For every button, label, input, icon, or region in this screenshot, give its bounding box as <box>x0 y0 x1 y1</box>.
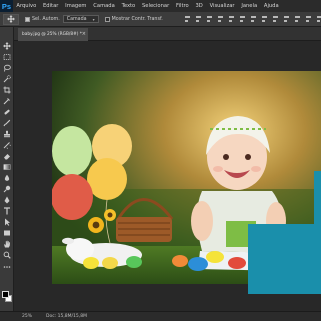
blue-shape-strip[interactable] <box>314 171 321 229</box>
status-bar: 25% Doc: 15,8M/15,8M <box>0 311 321 321</box>
rectangle-icon[interactable] <box>3 229 11 237</box>
history-brush-icon[interactable] <box>3 141 11 149</box>
align-right-icon[interactable] <box>239 15 246 23</box>
align-bottom-icon[interactable] <box>206 15 213 23</box>
photoshop-logo-icon: Ps <box>0 0 13 12</box>
distribute-top-icon[interactable] <box>250 15 257 23</box>
menu-type[interactable]: Texto <box>118 3 138 9</box>
distribute-left-icon[interactable] <box>283 15 290 23</box>
marquee-icon[interactable] <box>3 53 11 61</box>
menu-3d[interactable]: 3D <box>192 3 206 9</box>
menu-layer[interactable]: Camada <box>90 3 118 9</box>
gradient-icon[interactable] <box>3 163 11 171</box>
blue-shape-rectangle[interactable] <box>248 224 321 294</box>
blur-icon[interactable] <box>3 174 11 182</box>
align-vcenter-icon[interactable] <box>195 15 202 23</box>
menu-file[interactable]: Arquivo <box>13 3 40 9</box>
crop-icon[interactable] <box>3 86 11 94</box>
align-buttons <box>184 15 321 23</box>
brush-icon[interactable] <box>3 119 11 127</box>
clone-stamp-icon[interactable] <box>3 130 11 138</box>
menu-filter[interactable]: Filtro <box>173 3 193 9</box>
align-left-icon[interactable] <box>217 15 224 23</box>
close-icon[interactable]: × <box>82 31 86 37</box>
menu-window[interactable]: Janela <box>238 3 261 9</box>
pen-icon[interactable] <box>3 196 11 204</box>
document-tab[interactable]: baby.jpg @ 25% (RGB/8#) * × <box>18 28 88 41</box>
foreground-color-swatch[interactable] <box>2 291 9 298</box>
move-icon[interactable] <box>3 42 11 50</box>
transform-controls-label: Mostrar Contr. Transf. <box>111 16 163 22</box>
menu-help[interactable]: Ajuda <box>261 3 283 9</box>
distribute-hcenter-icon[interactable] <box>294 15 301 23</box>
document-info: Doc: 15,8M/15,8M <box>46 314 87 319</box>
layer-select-dropdown[interactable]: Camada ▾ <box>62 15 99 23</box>
eyedropper-icon[interactable] <box>3 97 11 105</box>
menu-select[interactable]: Selecionar <box>139 3 173 9</box>
path-select-icon[interactable] <box>3 218 11 226</box>
zoom-icon[interactable] <box>3 251 11 259</box>
more-tools-icon[interactable] <box>3 263 11 271</box>
menu-view[interactable]: Visualizar <box>206 3 238 9</box>
chevron-down-icon: ▾ <box>92 16 95 22</box>
document-tab-label: baby.jpg @ 25% (RGB/8#) * <box>22 32 82 37</box>
hand-icon[interactable] <box>3 240 11 248</box>
dodge-icon[interactable] <box>3 185 11 193</box>
menu-image[interactable]: Imagem <box>62 3 90 9</box>
transform-controls-checkbox[interactable] <box>104 16 110 22</box>
lasso-icon[interactable] <box>3 64 11 72</box>
tools-panel <box>0 27 14 311</box>
menu-edit[interactable]: Editar <box>40 3 62 9</box>
distribute-right-icon[interactable] <box>305 15 312 23</box>
tool-preset-picker[interactable] <box>3 13 19 25</box>
auto-align-icon[interactable] <box>316 15 321 23</box>
menu-bar: Ps Arquivo Editar Imagem Camada Texto Se… <box>0 0 321 12</box>
distribute-vcenter-icon[interactable] <box>261 15 268 23</box>
quick-select-icon[interactable] <box>3 75 11 83</box>
document-tab-bar: baby.jpg @ 25% (RGB/8#) * × <box>14 27 321 41</box>
align-hcenter-icon[interactable] <box>228 15 235 23</box>
auto-select-label: Sel. Autom. <box>32 16 60 22</box>
distribute-bottom-icon[interactable] <box>272 15 279 23</box>
eraser-icon[interactable] <box>3 152 11 160</box>
options-bar: Sel. Autom. Camada ▾ Mostrar Contr. Tran… <box>0 12 321 27</box>
auto-select-checkbox[interactable] <box>25 16 30 22</box>
move-tool-icon <box>7 15 15 23</box>
healing-brush-icon[interactable] <box>3 108 11 116</box>
align-top-icon[interactable] <box>184 15 191 23</box>
layer-select-value: Camada <box>66 16 87 22</box>
zoom-level[interactable]: 25% <box>22 314 46 319</box>
type-icon[interactable] <box>3 207 11 215</box>
